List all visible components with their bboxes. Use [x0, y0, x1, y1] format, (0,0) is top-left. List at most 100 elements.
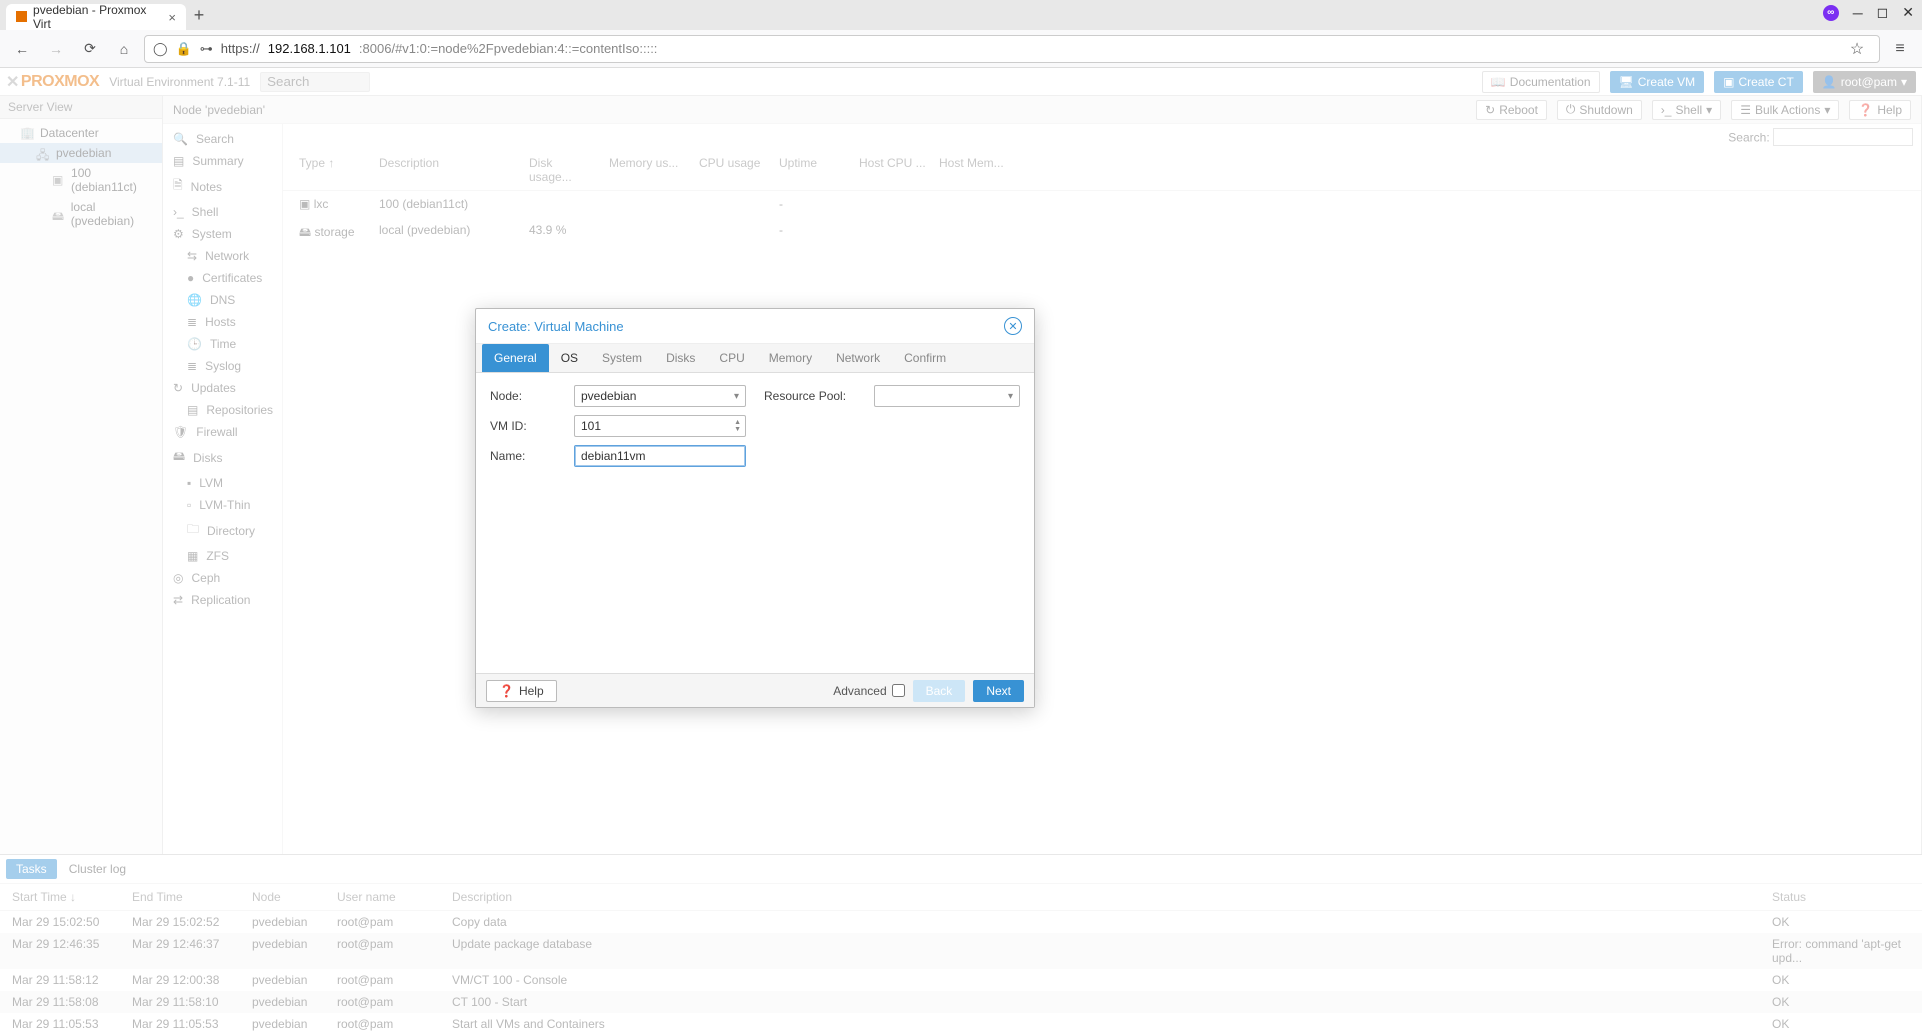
shell-button[interactable]: ›_Shell▾ [1652, 100, 1721, 120]
col-disk[interactable]: Disk usage... [523, 156, 603, 184]
sidebar-item-shell[interactable]: ›_Shell [163, 201, 282, 223]
sidebar-item-lvm-thin[interactable]: ▫LVM-Thin [163, 494, 282, 516]
col-cpu[interactable]: CPU usage [693, 156, 773, 184]
cube-icon: ▣ [1723, 75, 1734, 89]
wizard-tab-os[interactable]: OS [549, 344, 590, 372]
user-menu-button[interactable]: 👤root@pam▾ [1813, 71, 1916, 93]
col-uptime[interactable]: Uptime [773, 156, 853, 184]
wizard-tab-memory: Memory [757, 344, 824, 372]
create-vm-button[interactable]: 🖥Create VM [1610, 71, 1705, 93]
nav-back-button[interactable]: ← [8, 35, 36, 63]
task-row[interactable]: Mar 29 15:02:50Mar 29 15:02:52pvedebianr… [0, 911, 1922, 933]
chevron-down-icon: ▾ [1901, 75, 1907, 89]
modal-close-button[interactable]: ✕ [1004, 317, 1022, 335]
tab-close-icon[interactable]: × [168, 10, 176, 25]
sidebar-item-time[interactable]: 🕒Time [163, 333, 282, 355]
sidebar-item-system[interactable]: ⚙System [163, 223, 282, 245]
chevron-down-icon: ▾ [1008, 391, 1013, 402]
window-maximize-icon[interactable]: ◻ [1877, 4, 1889, 21]
col-start-time[interactable]: Start Time ↓ [6, 888, 126, 906]
url-input[interactable]: ◯ 🔒 ⊶ https://192.168.1.101:8006/#v1:0:=… [144, 35, 1880, 63]
sidebar-item-summary[interactable]: ▤Summary [163, 150, 282, 172]
bulk-actions-button[interactable]: ☰Bulk Actions▾ [1731, 100, 1839, 120]
globe-icon: 🌐 [187, 293, 202, 307]
nav-reload-button[interactable]: ⟳ [76, 35, 104, 63]
window-minimize-icon[interactable]: ─ [1853, 5, 1863, 21]
browser-titlebar: pvedebian - Proxmox Virt × + ∞ ─ ◻ ✕ [0, 0, 1922, 30]
sidebar-item-notes[interactable]: 🗎Notes [163, 172, 282, 201]
task-row[interactable]: Mar 29 12:46:35Mar 29 12:46:37pvedebianr… [0, 933, 1922, 969]
clock-icon: 🕒 [187, 337, 202, 351]
extension-icon[interactable]: ∞ [1823, 5, 1839, 21]
documentation-button[interactable]: 📖Documentation [1482, 71, 1600, 93]
node-title: Node 'pvedebian' [173, 103, 265, 117]
chevron-down-icon: ▾ [734, 391, 739, 402]
sidebar-item-lvm[interactable]: ▪LVM [163, 472, 282, 494]
task-row[interactable]: Mar 29 11:58:08Mar 29 11:58:10pvedebianr… [0, 991, 1922, 1013]
col-memory[interactable]: Memory us... [603, 156, 693, 184]
sidebar-item-certificates[interactable]: ●Certificates [163, 267, 282, 289]
sidebar-item-network[interactable]: ⇆Network [163, 245, 282, 267]
tree-node-pvedebian[interactable]: 🖧pvedebian [0, 143, 162, 163]
node-select[interactable]: pvedebian▾ [574, 385, 746, 407]
tree-datacenter[interactable]: 🏢Datacenter [0, 123, 162, 143]
sidebar-item-syslog[interactable]: ≣Syslog [163, 355, 282, 377]
global-search-input[interactable] [260, 72, 370, 92]
nav-home-button[interactable]: ⌂ [110, 35, 138, 63]
sidebar-item-directory[interactable]: 🗀Directory [163, 516, 282, 545]
sidebar-item-repositories[interactable]: ▤Repositories [163, 399, 282, 421]
col-status[interactable]: Status [1766, 888, 1916, 906]
task-row[interactable]: Mar 29 11:58:12Mar 29 12:00:38pvedebianr… [0, 969, 1922, 991]
task-row[interactable]: Mar 29 11:05:53Mar 29 11:05:53pvedebianr… [0, 1013, 1922, 1034]
sidebar-item-hosts[interactable]: ≣Hosts [163, 311, 282, 333]
wizard-tabs: General OS System Disks CPU Memory Netwo… [476, 344, 1034, 373]
wizard-next-button[interactable]: Next [973, 680, 1024, 702]
reboot-button[interactable]: ↻Reboot [1476, 100, 1547, 120]
wizard-tab-general[interactable]: General [482, 344, 549, 372]
sidebar-item-search[interactable]: 🔍Search [163, 128, 282, 150]
table-search-input[interactable] [1773, 128, 1913, 146]
col-hostmem[interactable]: Host Mem... [933, 156, 1013, 184]
sidebar-item-updates[interactable]: ↻Updates [163, 377, 282, 399]
col-description[interactable]: Description [373, 156, 523, 184]
col-user[interactable]: User name [331, 888, 446, 906]
create-ct-button[interactable]: ▣Create CT [1714, 71, 1803, 93]
tree-storage-local[interactable]: 🖴local (pvedebian) [0, 197, 162, 231]
bookmark-star-icon[interactable]: ☆ [1843, 39, 1871, 59]
col-description[interactable]: Description [446, 888, 1766, 906]
disk-icon: 🖴 [173, 447, 185, 468]
browser-tab[interactable]: pvedebian - Proxmox Virt × [6, 4, 186, 30]
table-row[interactable]: 🖴 storage local (pvedebian) 43.9 % - [283, 217, 1921, 250]
tab-tasks[interactable]: Tasks [6, 859, 57, 879]
nav-forward-button[interactable]: → [42, 35, 70, 63]
vmid-input[interactable]: 101▲▼ [574, 415, 746, 437]
sidebar-item-ceph[interactable]: ◎Ceph [163, 567, 282, 589]
center-panel: Node 'pvedebian' ↻Reboot ⏻Shutdown ›_She… [163, 96, 1922, 854]
col-type[interactable]: Type ↑ [293, 156, 373, 184]
new-tab-button[interactable]: + [186, 2, 212, 28]
tab-cluster-log[interactable]: Cluster log [59, 859, 136, 879]
tree-ct-100[interactable]: ▣100 (debian11ct) [0, 163, 162, 197]
advanced-checkbox[interactable] [892, 684, 905, 697]
sidebar-item-zfs[interactable]: ▦ZFS [163, 545, 282, 567]
advanced-toggle[interactable]: Advanced [833, 684, 904, 698]
help-button[interactable]: ❓Help [1849, 100, 1911, 120]
shutdown-button[interactable]: ⏻Shutdown [1557, 100, 1642, 120]
col-node[interactable]: Node [246, 888, 331, 906]
reboot-icon: ↻ [1485, 103, 1495, 117]
col-end-time[interactable]: End Time [126, 888, 246, 906]
sidebar-item-dns[interactable]: 🌐DNS [163, 289, 282, 311]
table-row[interactable]: ▣ lxc 100 (debian11ct) - [283, 191, 1921, 217]
sidebar-item-replication[interactable]: ⇄Replication [163, 589, 282, 611]
key-icon: ⊶ [200, 41, 213, 57]
window-close-icon[interactable]: ✕ [1902, 4, 1914, 21]
browser-menu-button[interactable]: ≡ [1886, 40, 1914, 58]
container-icon: ▣ [299, 197, 310, 211]
sidebar-item-disks[interactable]: 🖴Disks [163, 443, 282, 472]
col-hostcpu[interactable]: Host CPU ... [853, 156, 933, 184]
name-input[interactable]: debian11vm [574, 445, 746, 467]
sidebar-item-firewall[interactable]: 🛡Firewall [163, 421, 282, 443]
wizard-help-button[interactable]: ❓Help [486, 680, 557, 702]
spinner-icon[interactable]: ▲▼ [734, 419, 741, 433]
resource-pool-select[interactable]: ▾ [874, 385, 1020, 407]
